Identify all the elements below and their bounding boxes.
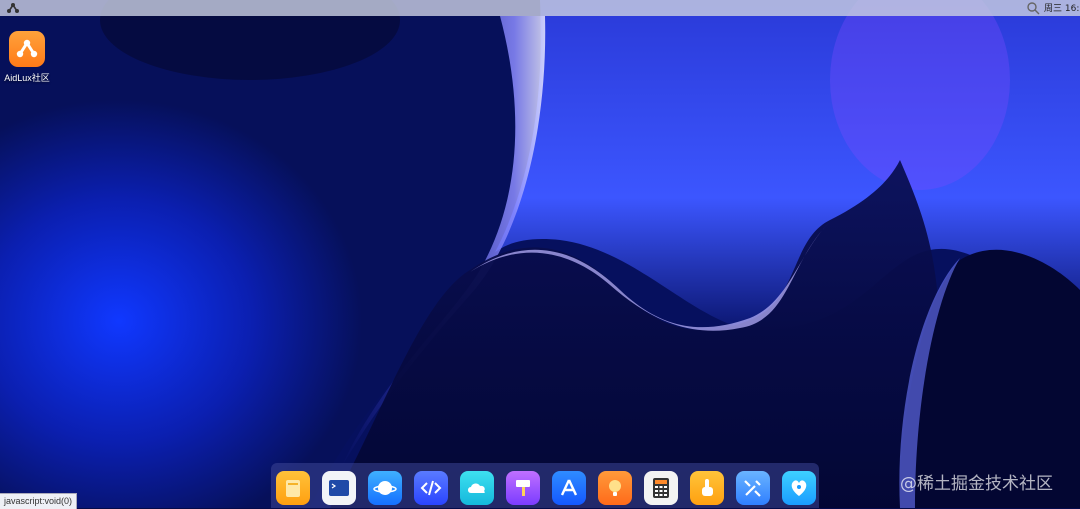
aidlux-heart-icon bbox=[791, 480, 807, 496]
dock-item-aidlux-center[interactable] bbox=[782, 471, 816, 505]
status-link-bar: javascript:void(0) bbox=[0, 493, 78, 509]
folder-icon bbox=[286, 480, 300, 497]
dock-item-settings[interactable] bbox=[736, 471, 770, 505]
app-store-icon bbox=[560, 479, 578, 496]
dock-item-tips[interactable] bbox=[598, 471, 632, 505]
paint-roller-icon bbox=[516, 480, 530, 496]
dock-item-code-editor[interactable] bbox=[414, 471, 448, 505]
desktop-icon-aidlux-community[interactable]: AidLux社区 bbox=[4, 31, 50, 84]
dock bbox=[271, 463, 819, 508]
dock-item-touch[interactable] bbox=[690, 471, 724, 505]
desktop-wallpaper bbox=[0, 0, 1080, 508]
code-icon bbox=[420, 480, 442, 496]
tools-icon bbox=[744, 480, 761, 497]
clock[interactable]: 周三 16: bbox=[1044, 1, 1080, 14]
cloud-icon bbox=[468, 483, 485, 493]
aidlux-logo-icon[interactable] bbox=[6, 2, 20, 14]
dock-item-app-store[interactable] bbox=[552, 471, 586, 505]
touch-hand-icon bbox=[702, 479, 713, 496]
aidlux-community-icon bbox=[9, 31, 45, 67]
search-icon[interactable] bbox=[1026, 1, 1040, 15]
dock-item-paint[interactable] bbox=[506, 471, 540, 505]
watermark: @稀土掘金技术社区 bbox=[900, 474, 1053, 494]
dock-item-cloud[interactable] bbox=[460, 471, 494, 505]
dock-item-browser[interactable] bbox=[368, 471, 402, 505]
dock-item-terminal[interactable] bbox=[322, 471, 356, 505]
dock-item-calculator[interactable] bbox=[644, 471, 678, 505]
calculator-icon bbox=[653, 478, 669, 498]
dock-item-files[interactable] bbox=[276, 471, 310, 505]
top-panel: 周三 16: bbox=[0, 0, 1080, 16]
desktop-icon-label: AidLux社区 bbox=[4, 73, 50, 83]
terminal-icon bbox=[329, 480, 349, 496]
lightbulb-icon bbox=[609, 480, 621, 496]
browser-planet-icon bbox=[373, 481, 397, 495]
